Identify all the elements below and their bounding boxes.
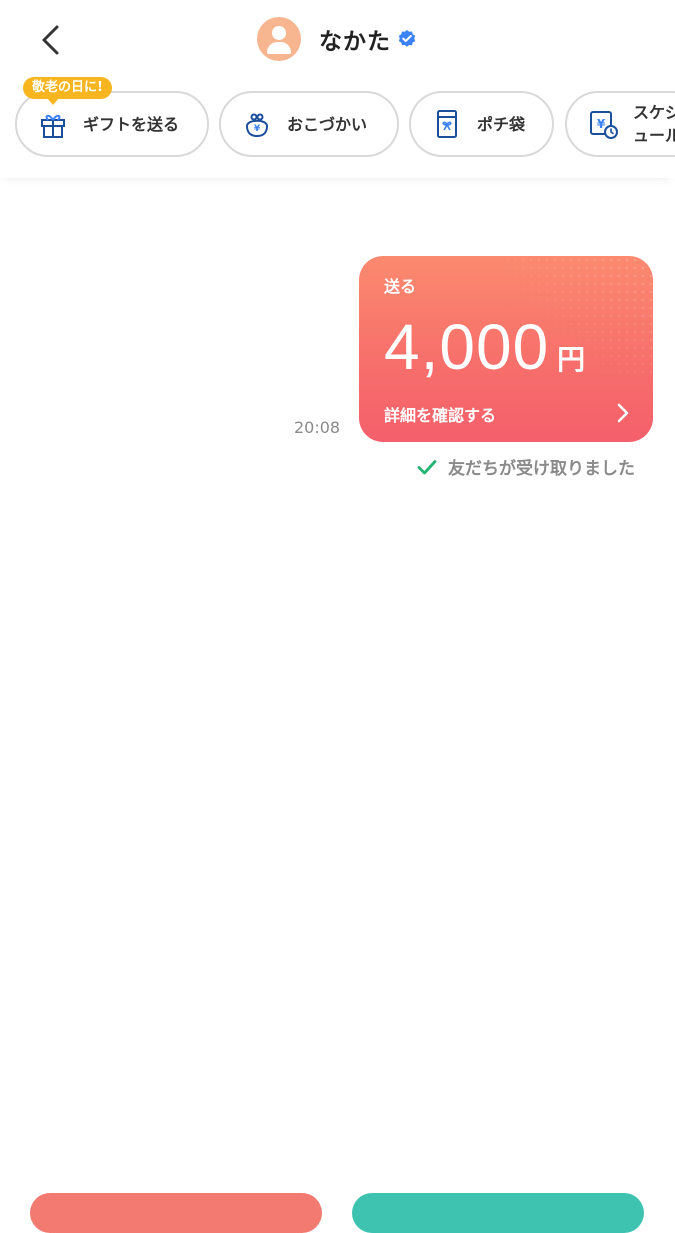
bottom-right-button[interactable] [352, 1193, 644, 1233]
money-transfer-card[interactable]: 送る 4,000 円 詳細を確認する [359, 256, 653, 442]
amount-currency: 円 [557, 343, 586, 376]
chevron-right-icon [617, 403, 629, 423]
avatar[interactable] [257, 17, 301, 61]
allowance-button[interactable]: ¥ おこづかい [219, 91, 399, 157]
page-title: なかた [319, 29, 391, 55]
avatar-body [267, 42, 291, 54]
chevron-left-icon [42, 25, 59, 55]
card-amount: 4,000 円 [384, 310, 585, 384]
header: なかた [0, 0, 675, 78]
schedule-button[interactable]: ¥ スケジュール [565, 91, 675, 157]
verified-badge-icon [398, 30, 416, 47]
svg-text:¥: ¥ [597, 117, 606, 131]
card-send-label: 送る [384, 277, 417, 296]
view-details-link[interactable]: 詳細を確認する [384, 402, 496, 426]
message-timestamp: 20:08 [294, 418, 341, 437]
received-status: 友だちが受け取りました [416, 454, 635, 479]
gift-icon [41, 114, 65, 138]
received-status-text: 友だちが受け取りました [448, 459, 635, 479]
bottom-left-button[interactable] [30, 1193, 322, 1233]
allowance-button-label: おこづかい [287, 114, 368, 134]
envelope-button-label: ポチ袋 [477, 114, 526, 134]
check-icon [417, 459, 437, 474]
header-title-group[interactable]: なかた [257, 16, 417, 62]
gift-button[interactable]: ギフトを送る [15, 91, 209, 157]
envelope-button[interactable]: ポチ袋 [409, 91, 554, 157]
back-button[interactable] [30, 18, 74, 62]
svg-text:¥: ¥ [254, 124, 261, 134]
coin-purse-icon: ¥ [245, 113, 269, 138]
respect-for-aged-day-badge: 敬老の日に! [23, 77, 112, 105]
envelope-icon [437, 110, 457, 138]
gift-button-label: ギフトを送る [83, 114, 180, 134]
avatar-head [272, 26, 286, 40]
amount-value: 4,000 [384, 311, 550, 383]
schedule-button-label: スケジュール [633, 103, 675, 145]
scheduled-yen-icon: ¥ [590, 111, 618, 139]
